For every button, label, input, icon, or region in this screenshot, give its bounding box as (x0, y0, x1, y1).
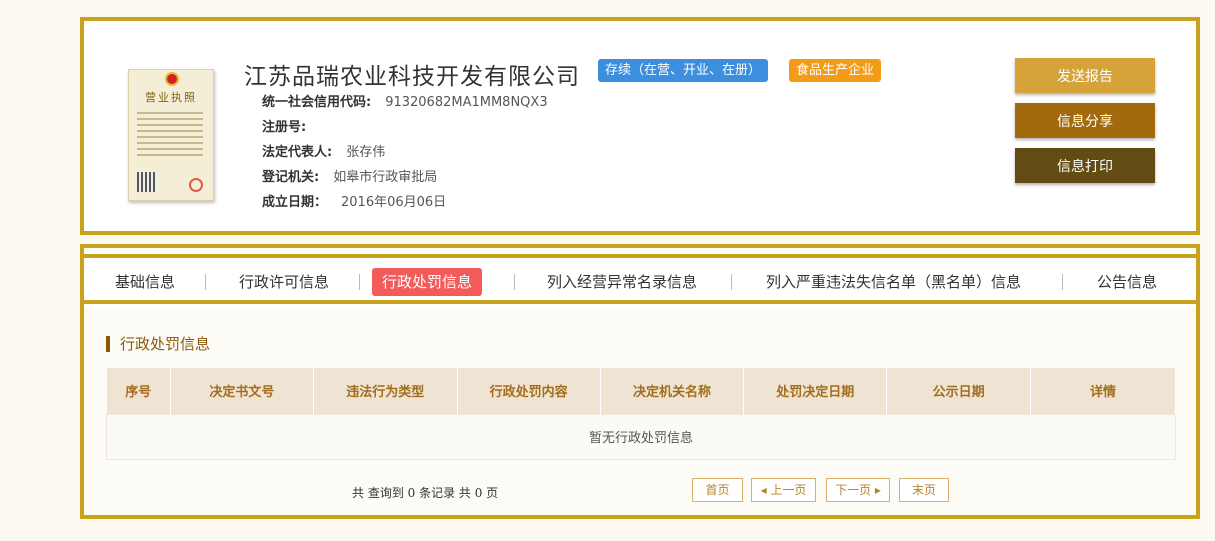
credit-code-label: 统一社会信用代码: (262, 95, 372, 110)
legal-representative-value: 张存伟 (346, 145, 386, 160)
tab-separator (1062, 274, 1063, 290)
legal-representative-row: 法定代表人: 张存伟 (262, 141, 385, 160)
seal-icon (189, 178, 203, 192)
tab-basic-info[interactable]: 基础信息 (105, 268, 185, 296)
col-publish-date: 公示日期 (886, 368, 1032, 414)
company-header-card: 营业执照 江苏品瑞农业科技开发有限公司 存续（在营、开业、在册） 食品生产企业 … (80, 17, 1200, 235)
registration-number-row: 注册号: (262, 116, 320, 135)
col-decision-number: 决定书文号 (170, 368, 314, 414)
registration-authority-row: 登记机关: 如皋市行政审批局 (262, 166, 437, 185)
penalty-table: 序号 决定书文号 违法行为类型 行政处罚内容 决定机关名称 处罚决定日期 公示日… (106, 368, 1176, 460)
tab-separator (359, 274, 360, 290)
qr-code-icon (137, 172, 157, 192)
prev-page-button[interactable]: ◂ 上一页 (751, 478, 816, 502)
tab-blacklist[interactable]: 列入严重违法失信名单（黑名单）信息 (756, 268, 1031, 296)
col-detail: 详情 (1030, 368, 1176, 414)
status-badge: 存续（在营、开业、在册） (598, 59, 769, 82)
tab-announcement[interactable]: 公告信息 (1087, 268, 1167, 296)
send-report-button[interactable]: 发送报告 (1015, 58, 1155, 93)
establishment-date-value: 2016年06月06日 (341, 195, 447, 210)
registration-number-label: 注册号: (262, 120, 307, 135)
registration-authority-label: 登记机关: (262, 170, 320, 185)
table-header-row: 序号 决定书文号 违法行为类型 行政处罚内容 决定机关名称 处罚决定日期 公示日… (106, 368, 1176, 414)
tab-separator (514, 274, 515, 290)
registration-authority-value: 如皋市行政审批局 (333, 170, 438, 185)
business-license-image[interactable]: 营业执照 (128, 69, 214, 201)
col-penalty-content: 行政处罚内容 (457, 368, 601, 414)
tab-separator (731, 274, 732, 290)
tab-admin-penalty[interactable]: 行政处罚信息 (372, 268, 483, 296)
enterprise-type-badge: 食品生产企业 (789, 59, 882, 82)
license-text-lines (137, 112, 203, 160)
print-info-button[interactable]: 信息打印 (1015, 148, 1155, 183)
national-emblem-icon (165, 72, 179, 86)
section-title: 行政处罚信息 (106, 336, 210, 352)
share-info-button[interactable]: 信息分享 (1015, 103, 1155, 138)
last-page-button[interactable]: 末页 (899, 478, 949, 502)
table-row: 暂无行政处罚信息 (106, 413, 1176, 460)
credit-code-row: 统一社会信用代码: 91320682MA1MM8NQX3 (262, 91, 548, 110)
legal-representative-label: 法定代表人: (262, 145, 333, 160)
tab-bar: 基础信息 行政许可信息 行政处罚信息 列入经营异常名录信息 列入严重违法失信名单… (84, 248, 1196, 304)
penalty-panel: 行政处罚信息 序号 决定书文号 违法行为类型 行政处罚内容 决定机关名称 处罚决… (84, 308, 1196, 515)
credit-code-value: 91320682MA1MM8NQX3 (385, 95, 548, 110)
establishment-date-label: 成立日期： (262, 195, 328, 210)
tab-admin-license[interactable]: 行政许可信息 (229, 268, 339, 296)
tab-separator (205, 274, 206, 290)
col-decision-date: 处罚决定日期 (743, 368, 888, 414)
first-page-button[interactable]: 首页 (692, 478, 743, 502)
col-violation-type: 违法行为类型 (313, 368, 458, 414)
record-summary: 共 查询到 0 条记录 共 0 页 (352, 486, 499, 500)
empty-message: 暂无行政处罚信息 (106, 413, 1176, 460)
col-authority-name: 决定机关名称 (600, 368, 745, 414)
license-title: 营业执照 (145, 91, 197, 104)
detail-card: 基础信息 行政许可信息 行政处罚信息 列入经营异常名录信息 列入严重违法失信名单… (80, 244, 1200, 519)
next-page-button[interactable]: 下一页 ▸ (826, 478, 890, 502)
col-serial: 序号 (106, 368, 171, 414)
establishment-date-row: 成立日期： 2016年06月06日 (262, 191, 446, 210)
company-name: 江苏品瑞农业科技开发有限公司 (244, 64, 580, 90)
tab-abnormal-operation[interactable]: 列入经营异常名录信息 (537, 268, 707, 296)
